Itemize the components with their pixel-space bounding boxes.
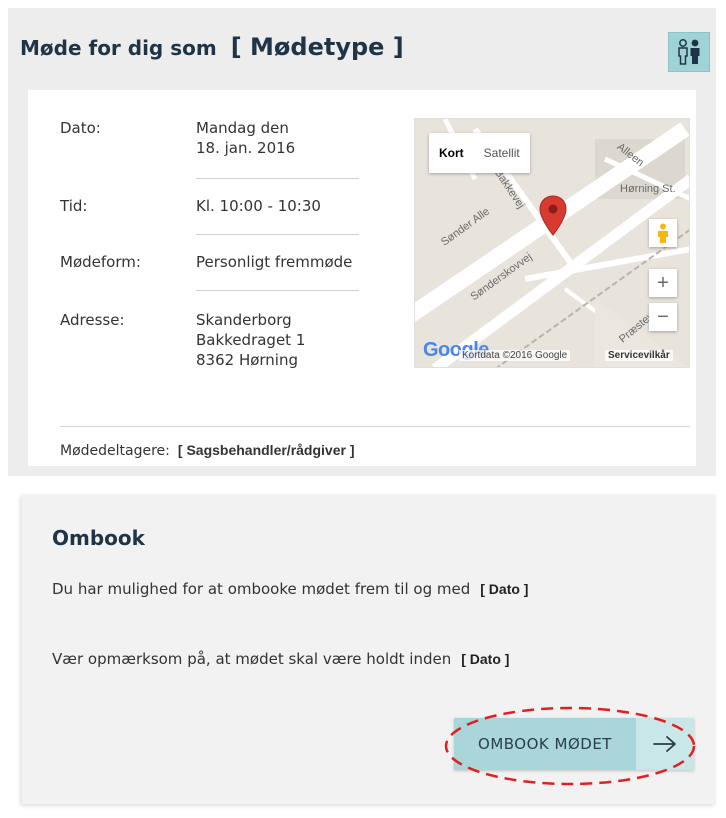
divider — [196, 290, 359, 291]
location-map[interactable]: Alleen Hørning St. Sønder Alle Søndersko… — [414, 118, 690, 368]
held-before-text: Vær opmærksom på, at mødet skal være hol… — [52, 650, 509, 668]
rebook-title: Ombook — [52, 526, 145, 550]
rebook-button[interactable]: OMBOOK MØDET — [454, 718, 694, 770]
participants-row: Mødedeltagere: [ Sagsbehandler/rådgiver ] — [60, 442, 355, 459]
meeting-type: [ Mødetype ] — [230, 33, 404, 61]
meeting-card: Møde for dig som [ Mødetype ] Dato: Manda… — [8, 8, 716, 476]
divider — [196, 234, 359, 235]
person-button[interactable] — [668, 32, 710, 72]
meeting-title-prefix: Møde for dig som — [20, 36, 217, 60]
rebook-deadline-label: Du har mulighed for at ombooke mødet fre… — [52, 580, 471, 598]
divider — [196, 178, 359, 179]
zoom-in-button[interactable]: + — [649, 269, 677, 297]
held-before-date: [ Dato ] — [461, 651, 510, 667]
map-tab-kort[interactable]: Kort — [429, 133, 474, 173]
address-value: Skanderborg Bakkedraget 1 8362 Hørning — [196, 310, 376, 370]
rebook-button-label: OMBOOK MØDET — [478, 735, 612, 753]
divider — [60, 426, 690, 427]
rebook-deadline-date: [ Dato ] — [480, 581, 529, 597]
pegman-icon — [658, 223, 668, 243]
address-postcode: 8362 Hørning — [196, 351, 299, 369]
map-street-label: Hørning St. — [620, 183, 676, 195]
map-terms-link[interactable]: Servicevilkår — [605, 350, 673, 361]
street-view-button[interactable] — [649, 219, 677, 247]
address-label: Adresse: — [60, 311, 125, 329]
participants-label: Mødedeltagere: — [60, 443, 170, 459]
time-label: Tid: — [60, 197, 88, 215]
meeting-title: Møde for dig som [ Mødetype ] — [20, 33, 404, 61]
held-before-label: Vær opmærksom på, at mødet skal være hol… — [52, 650, 452, 668]
map-tab-satellit[interactable]: Satellit — [474, 133, 530, 173]
map-type-tabs: Kort Satellit — [429, 133, 530, 173]
participants-value: [ Sagsbehandler/rådgiver ] — [177, 442, 355, 458]
arrow-right-icon — [636, 718, 694, 770]
zoom-out-button[interactable]: − — [649, 303, 677, 331]
meeting-card-header: Møde for dig som [ Mødetype ] — [8, 8, 716, 96]
address-city: Skanderborg — [196, 311, 292, 329]
rebook-deadline-text: Du har mulighed for at ombooke mødet fre… — [52, 580, 528, 598]
date-label: Dato: — [60, 119, 101, 137]
meeting-form-value: Personligt fremmøde — [196, 253, 353, 271]
time-value: Kl. 10:00 - 10:30 — [196, 197, 321, 215]
meeting-form-label: Mødeform: — [60, 253, 141, 271]
address-street: Bakkedraget 1 — [196, 331, 306, 349]
person-icon — [678, 39, 700, 65]
map-attribution: Kortdata ©2016 Google — [459, 350, 571, 361]
date-value: Mandag den 18. jan. 2016 — [196, 118, 376, 158]
date-date: 18. jan. 2016 — [196, 139, 296, 157]
map-footer: Google Kortdata ©2016 Google Servicevilk… — [415, 339, 689, 367]
rebook-card: Ombook Du har mulighed for at ombooke mø… — [22, 494, 716, 804]
date-weekday: Mandag den — [196, 119, 289, 137]
map-marker-icon[interactable] — [539, 195, 567, 237]
meeting-details-panel: Dato: Mandag den 18. jan. 2016 Tid: Kl. … — [28, 90, 696, 466]
